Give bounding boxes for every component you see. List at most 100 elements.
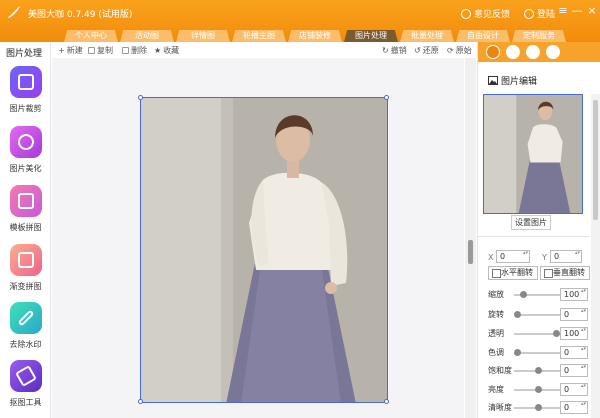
- resize-handle-bottom-right[interactable]: [384, 399, 389, 404]
- hue-row: 色调 0: [488, 346, 588, 360]
- sidebar-item-beautify[interactable]: 图片美化: [0, 126, 51, 174]
- trash-icon: [122, 47, 129, 54]
- refresh-icon: ⟳: [447, 46, 454, 55]
- opacity-slider-knob[interactable]: [553, 330, 560, 337]
- preview-photo-image: [484, 95, 582, 213]
- crop-icon: [9, 66, 42, 98]
- delete-button[interactable]: 删除: [122, 45, 147, 56]
- text-mode-icon[interactable]: [506, 45, 520, 59]
- x-position-input[interactable]: 0: [496, 250, 530, 263]
- panel-divider: [478, 236, 590, 237]
- tab-activity[interactable]: 活动图: [120, 30, 174, 42]
- image-edit-panel: 图片编辑 设置图片 X 0 Y 0 水平翻转 垂直翻转 缩放100 旋转0 透明…: [477, 42, 600, 418]
- hue-input[interactable]: 0: [560, 346, 588, 359]
- panel-scrollbar-thumb[interactable]: [593, 100, 598, 220]
- scale-slider[interactable]: [514, 291, 560, 298]
- redo-button[interactable]: ↻ 撤销: [382, 45, 407, 56]
- x-label: X: [488, 253, 494, 262]
- set-image-button[interactable]: 设置图片: [511, 215, 551, 230]
- saturation-input[interactable]: 0: [560, 364, 588, 377]
- sharpness-input[interactable]: 0: [560, 401, 588, 414]
- brightness-slider-knob[interactable]: [535, 386, 543, 393]
- brightness-slider[interactable]: [514, 386, 560, 393]
- favorite-button[interactable]: ★ 收藏: [154, 45, 179, 56]
- canvas-photo[interactable]: [140, 97, 388, 403]
- opacity-input[interactable]: 100: [560, 327, 588, 340]
- canvas-scrollbar-thumb[interactable]: [468, 240, 473, 264]
- tab-detail[interactable]: 详情图: [176, 30, 230, 42]
- copy-button[interactable]: 复制: [88, 45, 113, 56]
- sidebar-item-template-collage[interactable]: 模板拼图: [0, 185, 51, 233]
- scale-input[interactable]: 100: [560, 288, 588, 301]
- shape-mode-icon[interactable]: [526, 45, 540, 59]
- canvas-scrollbar[interactable]: [465, 58, 476, 418]
- sharpness-slider-knob[interactable]: [535, 404, 543, 411]
- sidebar-title: 图片处理: [6, 49, 43, 59]
- flip-vertical-button[interactable]: 垂直翻转: [540, 266, 590, 280]
- menu-button[interactable]: ≡: [556, 4, 570, 18]
- sharpness-row: 清晰度 0: [488, 401, 588, 415]
- user-icon: [524, 8, 534, 19]
- collage-icon: [9, 185, 42, 217]
- tab-batch[interactable]: 批量处理: [400, 30, 454, 42]
- redo-icon: ↻: [382, 46, 389, 55]
- tab-image-processing[interactable]: 图片处理: [344, 30, 398, 42]
- original-button[interactable]: ⟳ 原始: [447, 45, 472, 56]
- magic-wand-icon: [9, 126, 42, 158]
- rotate-slider-knob[interactable]: [514, 311, 521, 318]
- saturation-slider-knob[interactable]: [535, 367, 543, 374]
- undo-icon: ↺: [414, 46, 421, 55]
- resize-handle-bottom-left[interactable]: [138, 399, 143, 404]
- scale-slider-knob[interactable]: [519, 291, 527, 298]
- tab-free-design[interactable]: 自由设计: [456, 30, 510, 42]
- title-bar: 美图大咖 0.7.49 (试用版) 意见反馈 登陆 ≡ — × 个人中心 活动图…: [0, 0, 600, 42]
- tool-sidebar: 图片处理 图片裁剪 图片美化 模板拼图 渐变拼图 去除水印 抠图工具: [0, 42, 51, 418]
- saturation-slider[interactable]: [514, 367, 560, 374]
- opacity-slider[interactable]: [514, 330, 560, 337]
- brightness-row: 亮度 0: [488, 383, 588, 397]
- panel-heading: 图片编辑: [488, 74, 537, 87]
- image-icon: [488, 76, 498, 85]
- sharpness-slider[interactable]: [514, 404, 560, 411]
- editing-canvas[interactable]: [52, 58, 464, 418]
- image-preview-thumbnail: [483, 94, 583, 214]
- login-link[interactable]: 登陆: [524, 7, 555, 20]
- scale-row: 缩放 100: [488, 288, 588, 302]
- panel-mode-bar: [478, 42, 600, 62]
- resize-handle-top-right[interactable]: [384, 95, 389, 100]
- feedback-icon: [461, 8, 471, 19]
- rotate-input[interactable]: 0: [560, 308, 588, 321]
- rotate-row: 旋转 0: [488, 308, 588, 322]
- tab-store-decor[interactable]: 店铺装修: [288, 30, 342, 42]
- sidebar-item-cutout[interactable]: 抠图工具: [0, 360, 51, 408]
- opacity-row: 透明 100: [488, 327, 588, 341]
- tab-personal-center[interactable]: 个人中心: [64, 30, 118, 42]
- tab-carousel[interactable]: 轮播主图: [232, 30, 286, 42]
- panel-scrollbar[interactable]: [591, 94, 600, 418]
- tab-custom-service[interactable]: 定制服务: [512, 30, 566, 42]
- eraser-icon: [9, 360, 42, 392]
- close-button[interactable]: ×: [585, 4, 599, 18]
- feedback-link[interactable]: 意见反馈: [461, 7, 510, 20]
- saturation-row: 饱和度 0: [488, 364, 588, 378]
- hue-slider[interactable]: [514, 349, 560, 356]
- rotate-slider[interactable]: [514, 311, 560, 318]
- flip-horizontal-button[interactable]: 水平翻转: [488, 266, 538, 280]
- brightness-input[interactable]: 0: [560, 383, 588, 396]
- y-label: Y: [542, 253, 547, 262]
- resize-handle-top-left[interactable]: [138, 95, 143, 100]
- sidebar-item-remove-watermark[interactable]: 去除水印: [0, 302, 51, 350]
- image-mode-icon[interactable]: [486, 45, 500, 59]
- layer-mode-icon[interactable]: [546, 45, 560, 59]
- y-position-input[interactable]: 0: [550, 250, 582, 263]
- undo-button[interactable]: ↺ 还原: [414, 45, 439, 56]
- new-button[interactable]: + 新建: [58, 45, 83, 56]
- app-logo-icon: [8, 6, 20, 18]
- copy-icon: [88, 47, 95, 54]
- hue-slider-knob[interactable]: [514, 349, 521, 356]
- sidebar-item-crop[interactable]: 图片裁剪: [0, 66, 51, 114]
- sidebar-item-gradient-collage[interactable]: 渐变拼图: [0, 244, 51, 292]
- canvas-toolbar: + 新建 复制 删除 ★ 收藏 ↻ 撤销 ↺ 还原 ⟳ 原始: [52, 42, 476, 58]
- minimize-button[interactable]: —: [570, 4, 584, 18]
- model-photo-image: [141, 98, 387, 402]
